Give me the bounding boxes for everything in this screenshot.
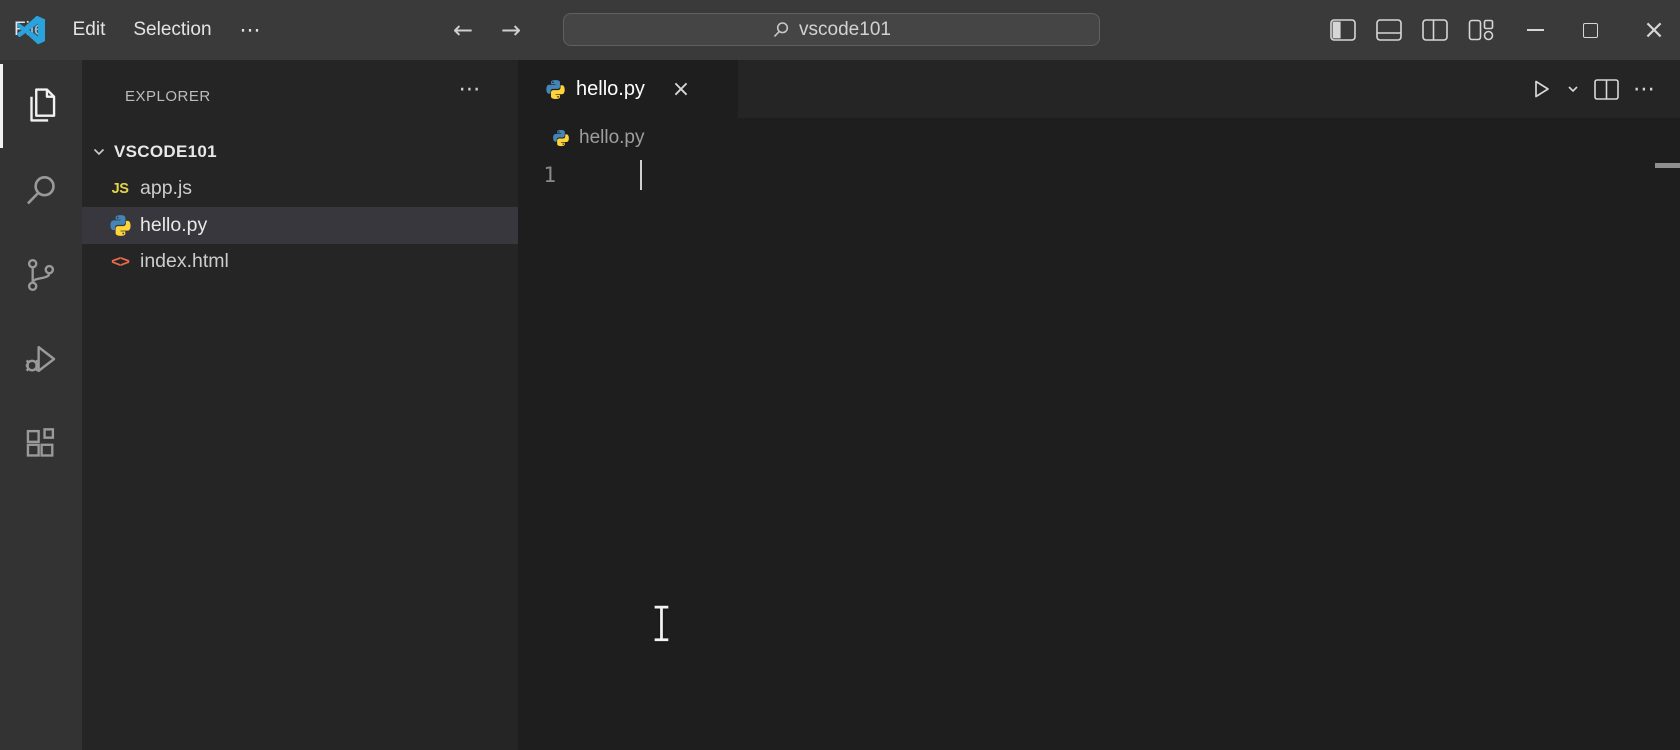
javascript-file-icon: JS: [112, 181, 129, 197]
extensions-icon: [22, 424, 60, 462]
run-options-chevron-icon[interactable]: [1566, 82, 1580, 96]
html-file-icon: <>: [111, 252, 129, 272]
minimize-icon: [1527, 29, 1544, 31]
activity-search-button[interactable]: [0, 148, 82, 234]
activity-run-debug-button[interactable]: [0, 316, 82, 402]
window-close-button[interactable]: ×: [1634, 0, 1674, 60]
go-forward-icon[interactable]: →: [495, 0, 527, 60]
toggle-primary-sidebar-icon[interactable]: [1330, 19, 1356, 41]
editor-group: hello.py × ⋯ hello.py 1: [518, 60, 1680, 750]
python-file-icon: [545, 79, 566, 100]
breadcrumb[interactable]: hello.py: [518, 118, 1680, 157]
menu-edit[interactable]: Edit: [59, 0, 120, 60]
file-row-hellopy[interactable]: hello.py: [82, 207, 518, 244]
title-bar: File Edit Selection ⋯ ← → vscode101 ×: [0, 0, 1680, 60]
file-name: hello.py: [140, 214, 207, 237]
tab-bar: hello.py × ⋯: [518, 60, 1680, 118]
run-python-file-icon[interactable]: [1530, 78, 1552, 100]
explorer-sidebar: EXPLORER ⋯ VSCODE101 JS app.js hello.py …: [82, 60, 518, 750]
toggle-panel-icon[interactable]: [1376, 19, 1402, 41]
tab-label: hello.py: [576, 78, 645, 101]
files-icon: [22, 86, 60, 124]
menu-more-icon[interactable]: ⋯: [226, 0, 276, 60]
folder-row-vscode101[interactable]: VSCODE101: [82, 133, 518, 170]
activity-explorer-button[interactable]: [0, 62, 82, 148]
breadcrumb-label: hello.py: [579, 127, 645, 149]
search-icon: [772, 21, 790, 39]
menu-selection[interactable]: Selection: [119, 0, 225, 60]
code-editor[interactable]: 1: [518, 157, 1680, 750]
customize-layout-icon[interactable]: [1468, 19, 1494, 41]
explorer-title: EXPLORER: [125, 88, 211, 105]
activity-bar: [0, 60, 82, 750]
maximize-icon: [1583, 23, 1598, 38]
editor-more-actions-icon[interactable]: ⋯: [1633, 77, 1656, 102]
search-icon: [22, 172, 60, 210]
file-row-indexhtml[interactable]: <> index.html: [82, 243, 518, 280]
activity-extensions-button[interactable]: [0, 400, 82, 486]
command-center-search[interactable]: vscode101: [563, 13, 1100, 46]
toggle-secondary-sidebar-icon[interactable]: [1422, 19, 1448, 41]
vscode-logo-icon: [17, 16, 45, 44]
text-caret: [640, 160, 642, 190]
git-branch-icon: [22, 256, 60, 294]
activity-source-control-button[interactable]: [0, 232, 82, 318]
python-file-icon: [552, 129, 570, 147]
code-line-1: 1: [518, 157, 1680, 192]
python-file-icon: [109, 214, 132, 237]
tab-hellopy[interactable]: hello.py ×: [518, 60, 738, 118]
search-value: vscode101: [799, 19, 891, 41]
run-and-debug-icon: [22, 340, 60, 378]
folder-name: VSCODE101: [114, 142, 217, 162]
line-number: 1: [518, 163, 556, 187]
tab-close-icon[interactable]: ×: [667, 75, 695, 103]
overview-ruler-mark: [1655, 163, 1680, 168]
split-editor-icon[interactable]: [1594, 79, 1619, 100]
file-name: app.js: [140, 177, 192, 200]
file-name: index.html: [140, 250, 229, 273]
file-row-appjs[interactable]: JS app.js: [82, 170, 518, 207]
chevron-down-icon: [91, 144, 107, 160]
go-back-icon[interactable]: ←: [447, 0, 479, 60]
explorer-more-actions-icon[interactable]: ⋯: [450, 74, 490, 104]
editor-actions: ⋯: [1530, 60, 1656, 118]
